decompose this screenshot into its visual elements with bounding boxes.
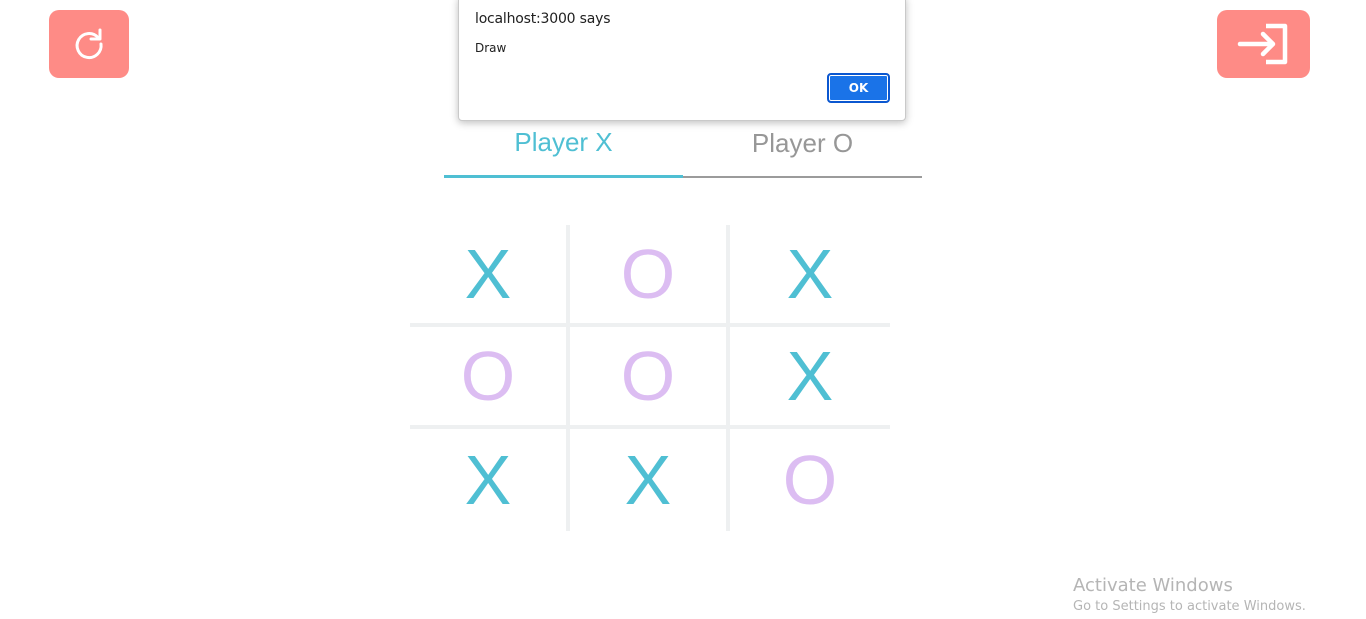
exit-button[interactable] — [1217, 10, 1310, 78]
alert-dialog: localhost:3000 says Draw OK — [458, 0, 906, 121]
ok-button[interactable]: OK — [827, 73, 890, 103]
cell-mark: X — [464, 235, 512, 313]
board-cell[interactable]: O — [410, 327, 570, 429]
sign-in-icon — [1237, 23, 1287, 65]
watermark-subtitle: Go to Settings to activate Windows. — [1073, 599, 1306, 614]
watermark-title: Activate Windows — [1073, 575, 1233, 596]
board-cell[interactable]: X — [410, 429, 570, 531]
board-cell[interactable]: X — [570, 429, 730, 531]
cell-mark: O — [620, 337, 676, 415]
cell-mark: X — [786, 337, 834, 415]
cell-mark: X — [786, 235, 834, 313]
cell-mark: X — [624, 441, 672, 519]
refresh-icon — [75, 28, 103, 60]
restart-button[interactable] — [49, 10, 129, 78]
dialog-message: Draw — [475, 41, 507, 55]
cell-mark: O — [620, 235, 676, 313]
dialog-title: localhost:3000 says — [475, 11, 611, 27]
game-board: X O X O O X X X O — [410, 225, 890, 531]
board-cell[interactable]: X — [730, 327, 890, 429]
cell-mark: O — [460, 337, 516, 415]
board-cell[interactable]: X — [410, 225, 570, 327]
board-cell[interactable]: O — [730, 429, 890, 531]
board-cell[interactable]: X — [730, 225, 890, 327]
activate-windows-watermark: Activate Windows Go to Settings to activ… — [1073, 575, 1306, 617]
cell-mark: O — [782, 441, 838, 519]
cell-mark: X — [464, 441, 512, 519]
board-cell[interactable]: O — [570, 327, 730, 429]
board-cell[interactable]: O — [570, 225, 730, 327]
page: Player X Player O X O X O O X X X O loca… — [0, 0, 1366, 619]
